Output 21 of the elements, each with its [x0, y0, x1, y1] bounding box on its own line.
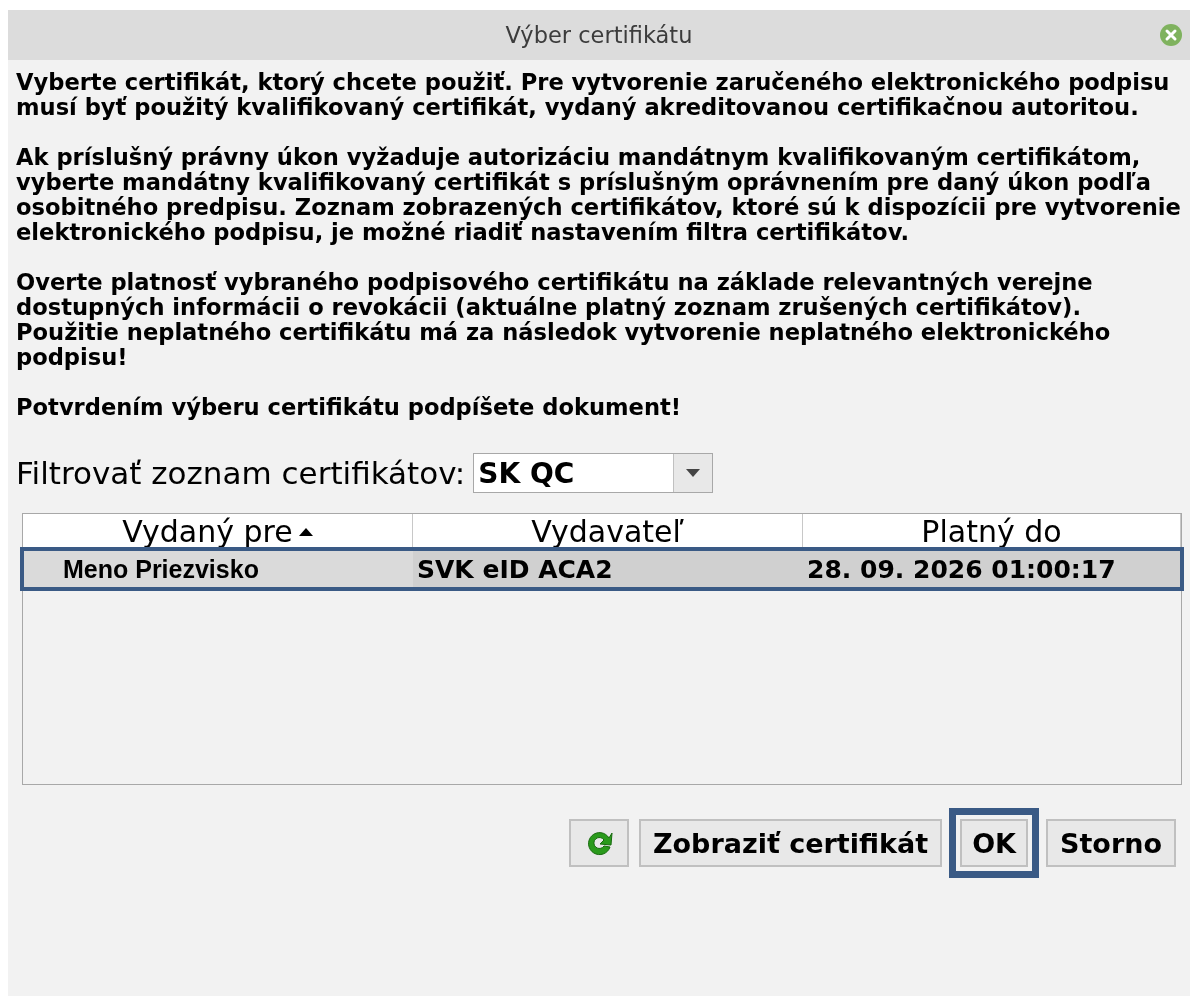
filter-dropdown[interactable]: SK QC: [473, 453, 714, 493]
table-cell-text: SVK eID ACA2: [416, 553, 614, 586]
instruction-text: Ak príslušný právny úkon vyžaduje autorizáciu mandátnym kvalifikovaným certifikátom, vyberte mandátny kvalifikovaný certifikát s príslušným oprávnením pre daný úkon podľa osobitného predpisu. Zoznam zobrazených certifikátov, ktoré sú k dispozícii pre vytvorenie elektronického podpisu, je možné riadiť nastavením filtra certifikátov.: [16, 145, 1182, 245]
table-row[interactable]: Meno Priezvisko SVK eID ACA2 28. 09. 2026 01:00:17: [23, 550, 1181, 588]
instruction-text: Vyberte certifikát, ktorý chcete použiť. Pre vytvorenie zaručeného elektronického podpisu musí byť použitý kvalifikovaný certifikát, vydaný akreditovanou certifikačnou autoritou.: [16, 70, 1171, 120]
table-cell-text: 28. 09. 2026 01:00:17: [806, 553, 1117, 586]
column-header[interactable]: Platný do: [803, 514, 1181, 550]
dialog-button[interactable]: Zobraziť certifikát: [638, 819, 943, 867]
instruction-text: Potvrdením výberu certifikátu podpíšete dokument!: [16, 395, 683, 420]
column-header[interactable]: Vydavateľ: [413, 514, 803, 550]
filter-label: Filtrovať zoznam certifikátov:: [16, 455, 466, 491]
dialog-button[interactable]: OK: [952, 811, 1036, 875]
column-header[interactable]: Vydaný pre: [23, 514, 413, 550]
instruction-text: Overte platnosť vybraného podpisového certifikátu na základe relevantných verejne dostupných informácii o revokácii (aktuálne platný zoznam zrušených certifikátov). Použitie neplatného certifikátu má za následok vytvorenie neplatného elektronického podpisu!: [16, 270, 1112, 370]
close-icon[interactable]: [1160, 24, 1182, 46]
refresh-button[interactable]: [568, 819, 629, 867]
window-title: Výber certifikátu: [505, 22, 693, 48]
table-cell: Meno Priezvisko: [23, 550, 413, 588]
sort-icon: [298, 527, 313, 536]
caret-icon: [686, 469, 701, 477]
dialog-button[interactable]: Storno: [1046, 819, 1176, 867]
